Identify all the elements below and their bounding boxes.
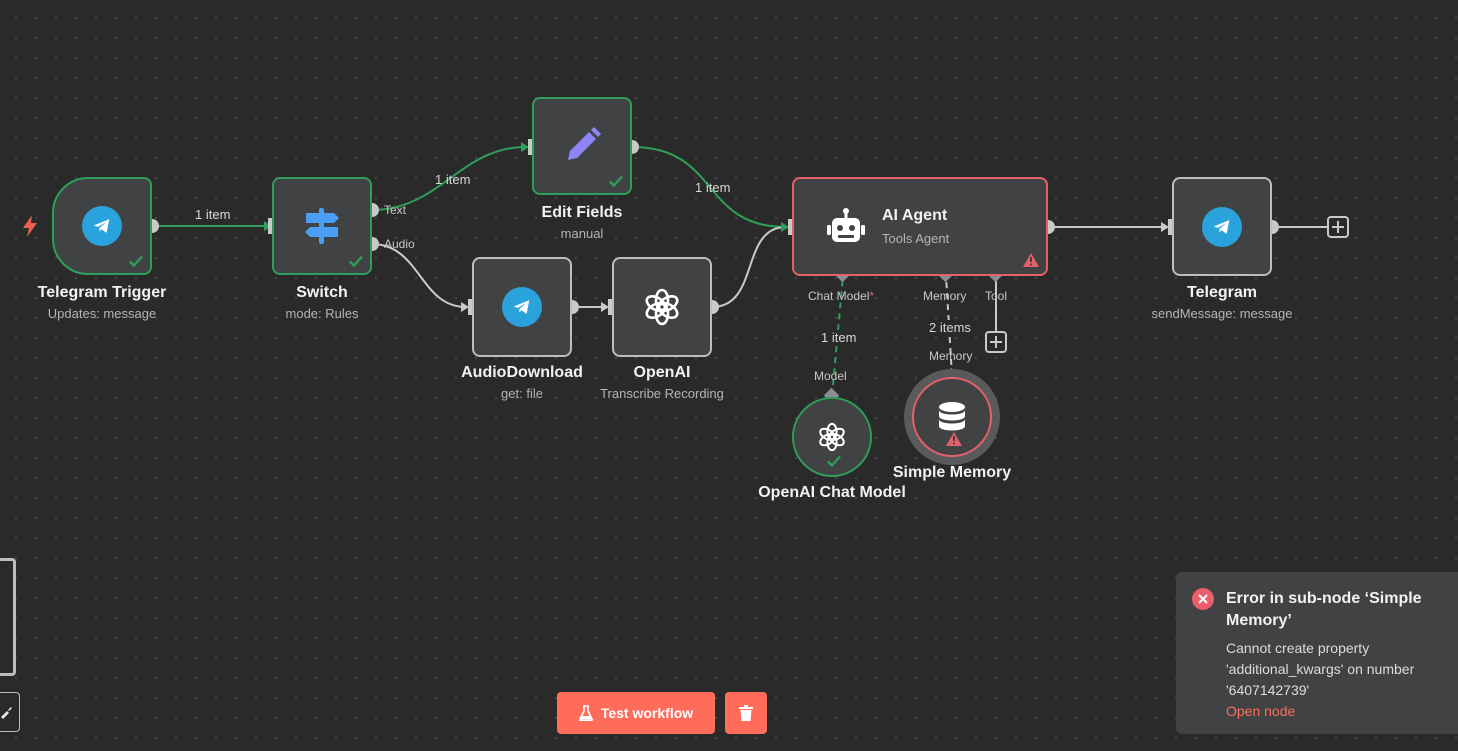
add-tool-button[interactable] (985, 331, 1007, 353)
node-title: Telegram Trigger (37, 284, 167, 301)
check-icon (129, 255, 143, 268)
toast-message: Cannot create property 'additional_kwarg… (1226, 640, 1415, 698)
node-label-simple-memory: Simple Memory (893, 464, 1011, 482)
edge-switch-audio (371, 243, 467, 308)
node-label-edit-fields: Edit Fields manual (542, 204, 623, 241)
node-openai[interactable] (612, 257, 712, 357)
node-title: Edit Fields (541, 204, 623, 221)
node-title: Telegram (1187, 284, 1257, 301)
node-subtitle: manual (560, 226, 604, 241)
required-mark: * (869, 289, 875, 303)
node-switch[interactable] (272, 177, 372, 275)
warning-icon (1023, 253, 1039, 267)
node-subtitle: Updates: message (47, 306, 157, 321)
edge-label: 1 item (819, 330, 859, 345)
node-subtitle: sendMessage: message (1151, 306, 1293, 321)
output-label-text: Text (384, 203, 407, 217)
warning-icon (946, 432, 962, 446)
arrowhead (1161, 222, 1169, 232)
node-label-telegram-trigger: Telegram Trigger Updates: message (38, 284, 167, 321)
edge-label: 2 items (927, 320, 973, 335)
port-label-text: Chat Model (808, 289, 870, 303)
telegram-icon (1202, 206, 1242, 247)
node-subtitle: get: file (501, 386, 543, 401)
output-label-audio: Audio (384, 237, 415, 251)
node-telegram-trigger[interactable] (52, 177, 152, 275)
brush-icon (1, 707, 12, 719)
node-telegram[interactable] (1172, 177, 1272, 276)
side-panel-edge[interactable] (0, 558, 16, 676)
robot-icon (827, 207, 865, 242)
pencil-icon (568, 127, 601, 160)
node-subtitle: mode: Rules (285, 306, 359, 321)
delete-button[interactable] (725, 692, 767, 734)
openai-icon (819, 422, 845, 452)
arrowhead (521, 142, 529, 152)
flask-icon (578, 705, 593, 721)
check-icon (827, 455, 841, 468)
trash-icon (739, 705, 753, 721)
add-output-button[interactable] (1327, 216, 1349, 238)
node-openai-chat-model[interactable] (792, 397, 872, 477)
port-label-model: Model (814, 369, 847, 383)
check-icon (349, 255, 363, 268)
node-ai-agent[interactable]: AI Agent Tools Agent (792, 177, 1048, 276)
arrowhead (601, 302, 609, 312)
port-label-tool: Tool (985, 289, 1008, 303)
openai-icon (645, 288, 679, 326)
node-label-openai-chat-model: OpenAI Chat Model (758, 484, 906, 502)
database-icon (939, 402, 965, 431)
node-edit-fields[interactable] (532, 97, 632, 195)
node-subtitle: Tools Agent (882, 231, 950, 246)
test-workflow-label: Test workflow (600, 705, 694, 721)
error-toast: Error in sub-node ‘Simple Memory’ Cannot… (1176, 572, 1458, 734)
node-label-audio-download: AudioDownload get: file (461, 364, 583, 401)
edge-label: 1 item (195, 207, 231, 222)
port-label-memory: Memory (923, 289, 967, 303)
bolt-icon (23, 215, 37, 237)
telegram-icon (82, 206, 122, 246)
port-label-chat-model: Chat Model* (808, 289, 874, 303)
node-title: Simple Memory (892, 464, 1012, 481)
node-audio-download[interactable] (472, 257, 572, 357)
telegram-icon (502, 287, 542, 327)
edge-label: 1 item (695, 180, 731, 195)
arrowhead (461, 302, 469, 312)
edge-label: 1 item (435, 172, 471, 187)
node-label-openai: OpenAI Transcribe Recording (600, 364, 724, 401)
edge-openai-agent (711, 226, 787, 308)
close-icon[interactable] (1192, 588, 1214, 610)
toast-title: Error in sub-node ‘Simple Memory’ (1226, 590, 1422, 629)
node-label-switch: Switch mode: Rules (286, 284, 359, 321)
open-node-link[interactable]: Open node (1226, 701, 1446, 722)
node-title: OpenAI (633, 364, 691, 381)
node-subtitle: Transcribe Recording (600, 386, 724, 401)
port-label-memory-sub: Memory (929, 349, 973, 363)
arrowhead (781, 222, 789, 232)
check-icon (609, 175, 623, 188)
node-label-telegram: Telegram sendMessage: message (1152, 284, 1293, 321)
node-title: AudioDownload (461, 364, 583, 381)
tidy-up-button[interactable] (0, 692, 20, 732)
test-workflow-button[interactable]: Test workflow (557, 692, 715, 734)
node-title: Switch (296, 284, 348, 301)
node-title: AI Agent (882, 207, 948, 224)
node-simple-memory[interactable] (912, 377, 992, 457)
node-title: OpenAI Chat Model (758, 484, 906, 501)
signpost-icon (305, 208, 339, 244)
